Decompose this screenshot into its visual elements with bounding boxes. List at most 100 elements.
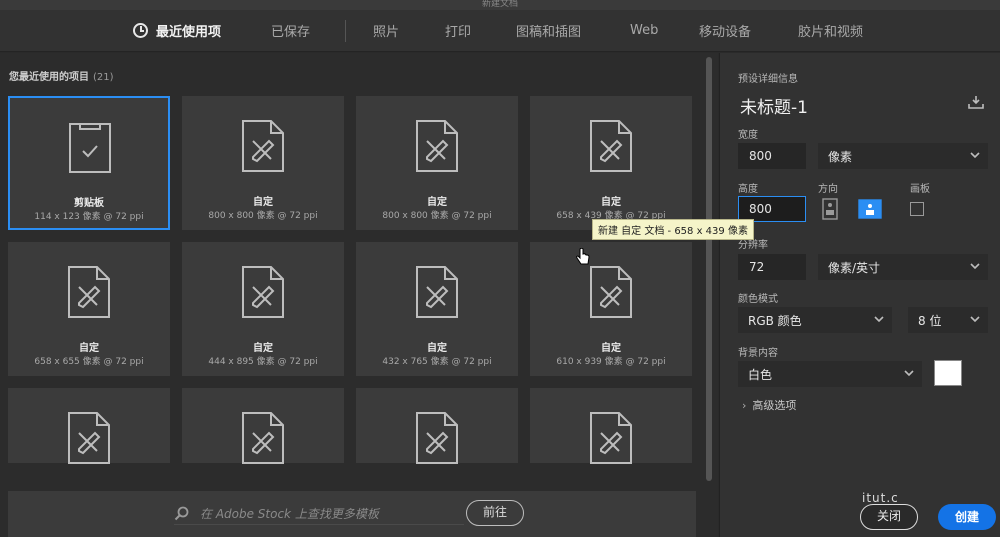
custom-doc-icon — [68, 266, 110, 318]
card-name: 自定 — [601, 343, 621, 354]
color-mode-select[interactable]: RGB 颜色 — [738, 307, 892, 333]
go-button[interactable]: 前往 — [466, 500, 524, 526]
create-button[interactable]: 创建 — [938, 504, 996, 530]
card-tooltip: 新建 自定 文档 - 658 x 439 像素 — [592, 219, 754, 240]
preset-card-custom[interactable] — [356, 388, 518, 464]
advanced-options-toggle[interactable]: › 高级选项 — [742, 397, 796, 413]
stock-search-bar: 在 Adobe Stock 上查找更多模板 前往 — [8, 491, 696, 537]
preset-card-clipboard[interactable]: 剪贴板 114 x 123 像素 @ 72 ppi — [8, 96, 170, 230]
custom-doc-icon — [416, 120, 458, 172]
card-dims: 444 x 895 像素 @ 72 ppi — [208, 357, 318, 367]
background-label: 背景内容 — [738, 348, 778, 359]
nav-divider — [345, 20, 346, 42]
preset-card-custom[interactable]: 自定 658 x 439 像素 @ 72 ppi — [530, 96, 692, 230]
hand-cursor-icon — [576, 248, 590, 265]
background-select[interactable]: 白色 — [738, 361, 922, 387]
preset-details-panel: 预设详细信息 未标题-1 宽度 800 像素 高度 方向 画板 800 分辨率 … — [719, 53, 1000, 537]
custom-doc-icon — [416, 266, 458, 318]
chevron-right-icon: › — [742, 399, 747, 412]
card-name: 自定 — [601, 197, 621, 208]
background-color-swatch[interactable] — [934, 360, 962, 386]
card-dims: 658 x 655 像素 @ 72 ppi — [34, 357, 144, 367]
bit-depth-select[interactable]: 8 位 — [908, 307, 988, 333]
close-button[interactable]: 关闭 — [860, 504, 918, 530]
recent-scrollbar[interactable] — [706, 57, 712, 481]
tab-photo[interactable]: 照片 — [373, 10, 399, 52]
tab-print[interactable]: 打印 — [445, 10, 471, 52]
category-tabs: 最近使用项 已保存 照片 打印 图稿和插图 Web 移动设备 胶片和视频 — [0, 10, 1000, 52]
search-icon — [174, 506, 189, 520]
custom-doc-icon — [242, 266, 284, 318]
color-mode-label: 颜色模式 — [738, 294, 778, 305]
custom-doc-icon — [242, 120, 284, 172]
preset-card-custom[interactable] — [182, 388, 344, 464]
card-name: 自定 — [79, 343, 99, 354]
preset-card-custom[interactable]: 自定 800 x 800 像素 @ 72 ppi — [356, 96, 518, 230]
recent-heading: 您最近使用的项目 (21) — [9, 68, 114, 83]
custom-doc-icon — [590, 266, 632, 318]
portrait-orientation-icon[interactable] — [818, 198, 842, 220]
artboard-label: 画板 — [910, 184, 930, 195]
card-dims: 114 x 123 像素 @ 72 ppi — [34, 212, 144, 222]
preset-card-custom[interactable]: 自定 658 x 655 像素 @ 72 ppi — [8, 242, 170, 376]
card-name: 自定 — [253, 197, 273, 208]
card-name: 自定 — [427, 343, 447, 354]
tab-label: 最近使用项 — [156, 25, 222, 40]
tab-web[interactable]: Web — [630, 10, 658, 52]
chevron-down-icon — [970, 316, 980, 323]
custom-doc-icon — [590, 412, 632, 464]
card-dims: 432 x 765 像素 @ 72 ppi — [382, 357, 492, 367]
width-input[interactable]: 800 — [738, 143, 806, 169]
custom-doc-icon — [68, 412, 110, 464]
tab-mobile[interactable]: 移动设备 — [699, 10, 751, 52]
resolution-unit-select[interactable]: 像素/英寸 — [818, 254, 988, 280]
bit-depth-value: 8 位 — [918, 313, 942, 328]
preset-card-custom[interactable]: 自定 432 x 765 像素 @ 72 ppi — [356, 242, 518, 376]
window-title: 新建文档 — [0, 0, 1000, 10]
preset-card-custom[interactable] — [530, 388, 692, 464]
preset-card-custom[interactable] — [8, 388, 170, 464]
chevron-down-icon — [970, 152, 980, 159]
watermark-text: itut.c — [862, 491, 899, 505]
artboard-checkbox[interactable] — [910, 202, 924, 216]
custom-doc-icon — [416, 412, 458, 464]
preset-card-custom[interactable]: 自定 444 x 895 像素 @ 72 ppi — [182, 242, 344, 376]
background-value: 白色 — [748, 367, 773, 382]
width-unit-value: 像素 — [828, 149, 853, 164]
width-unit-select[interactable]: 像素 — [818, 143, 988, 169]
card-dims: 800 x 800 像素 @ 72 ppi — [208, 211, 318, 221]
chevron-down-icon — [874, 316, 884, 323]
chevron-down-icon — [904, 370, 914, 377]
recent-grid-row-partial — [8, 388, 698, 464]
custom-doc-icon — [242, 412, 284, 464]
card-dims: 610 x 939 像素 @ 72 ppi — [556, 357, 666, 367]
preset-details-label: 预设详细信息 — [738, 74, 798, 85]
tab-film-video[interactable]: 胶片和视频 — [798, 10, 863, 52]
color-mode-value: RGB 颜色 — [748, 313, 802, 328]
height-label: 高度 — [738, 184, 758, 195]
stock-search-input[interactable]: 在 Adobe Stock 上查找更多模板 — [174, 503, 464, 525]
recent-count: (21) — [93, 72, 114, 83]
card-name: 剪贴板 — [74, 198, 104, 209]
preset-card-custom[interactable]: 自定 610 x 939 像素 @ 72 ppi — [530, 242, 692, 376]
tab-recent[interactable]: 最近使用项 — [133, 10, 221, 52]
recent-heading-text: 您最近使用的项目 — [9, 72, 89, 83]
landscape-orientation-icon[interactable] — [858, 198, 882, 220]
stock-search-placeholder: 在 Adobe Stock 上查找更多模板 — [200, 507, 379, 521]
document-title[interactable]: 未标题-1 — [740, 93, 808, 118]
custom-doc-icon — [590, 120, 632, 172]
card-name: 自定 — [427, 197, 447, 208]
chevron-down-icon — [970, 263, 980, 270]
tab-art-illustration[interactable]: 图稿和插图 — [516, 10, 581, 52]
orientation-label: 方向 — [818, 184, 838, 195]
card-dims: 800 x 800 像素 @ 72 ppi — [382, 211, 492, 221]
save-preset-icon[interactable] — [968, 95, 984, 109]
tab-saved[interactable]: 已保存 — [271, 10, 310, 52]
recent-panel: 您最近使用的项目 (21) 剪贴板 114 x 123 像素 @ 72 ppi 自… — [0, 53, 718, 537]
advanced-options-label: 高级选项 — [752, 399, 797, 412]
clock-icon — [133, 23, 148, 38]
resolution-input[interactable]: 72 — [738, 254, 806, 280]
resolution-unit-value: 像素/英寸 — [828, 260, 881, 275]
preset-card-custom[interactable]: 自定 800 x 800 像素 @ 72 ppi — [182, 96, 344, 230]
card-name: 自定 — [253, 343, 273, 354]
